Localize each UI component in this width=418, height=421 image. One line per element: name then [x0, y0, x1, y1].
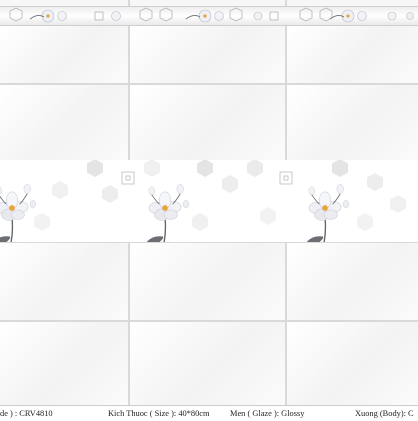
product-spec-bar: de ) : CRV4810 Kich Thuoc ( Size ): 40*8…	[0, 405, 418, 421]
product-body: Xuong (Body): C	[355, 409, 414, 418]
tile-wall	[0, 0, 418, 405]
wall-tile	[130, 26, 285, 83]
wall-tile	[130, 85, 285, 160]
decor-pattern	[0, 160, 406, 242]
decor-tile-band	[0, 160, 418, 242]
wall-tile	[130, 243, 285, 320]
product-glaze: Men ( Glaze ): Glossy	[230, 409, 305, 418]
wall-tile	[0, 243, 128, 320]
wall-tile	[0, 85, 128, 160]
border-strip	[0, 6, 418, 26]
border-strip-pattern	[9, 7, 414, 23]
grout-line	[0, 83, 418, 85]
wall-tile	[287, 26, 418, 83]
wall-tile	[287, 243, 418, 320]
grout-line	[0, 320, 418, 322]
wall-tile	[287, 322, 418, 405]
wall-tile	[287, 85, 418, 160]
wall-tile	[130, 322, 285, 405]
wall-tile	[0, 26, 128, 83]
tile-preview: de ) : CRV4810 Kich Thuoc ( Size ): 40*8…	[0, 0, 418, 421]
product-size: Kich Thuoc ( Size ): 40*80cm	[108, 409, 210, 418]
wall-tile	[0, 322, 128, 405]
product-code: de ) : CRV4810	[0, 409, 53, 418]
